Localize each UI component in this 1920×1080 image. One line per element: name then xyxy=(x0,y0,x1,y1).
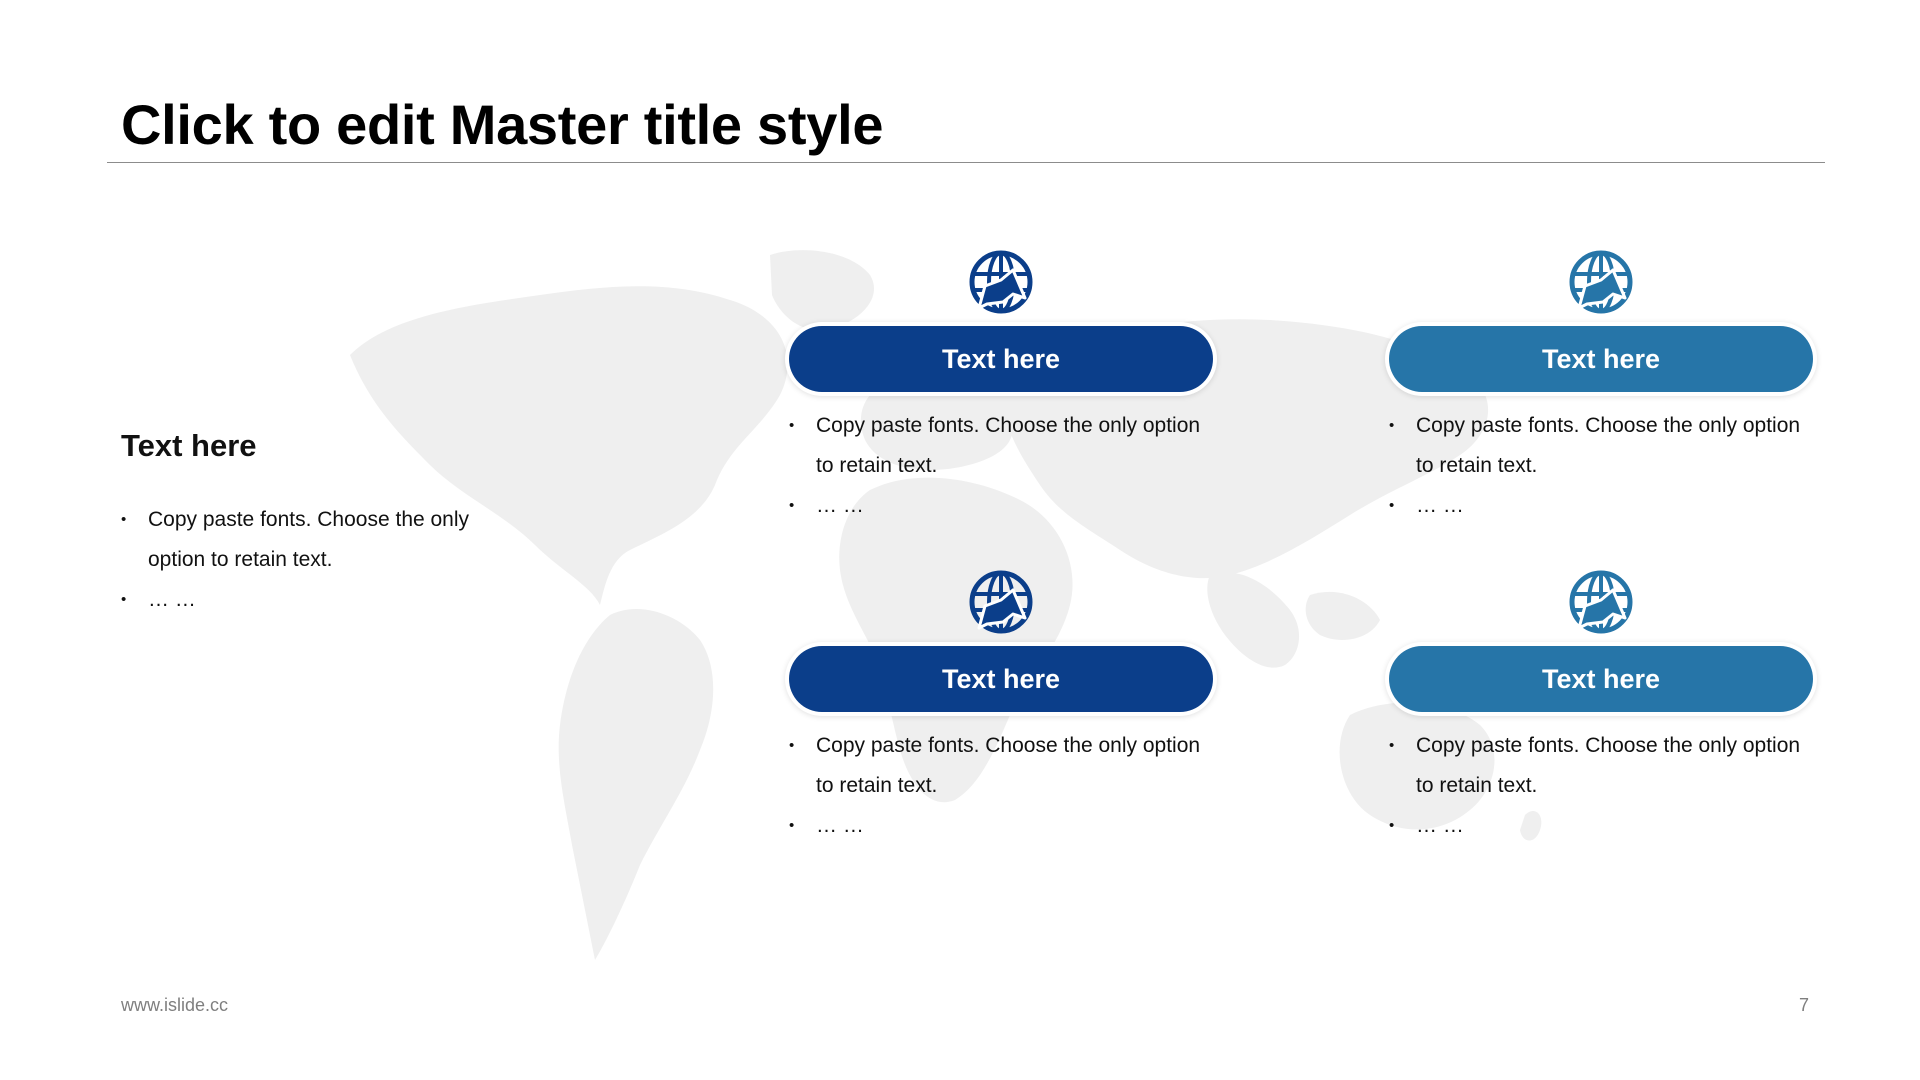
globe-arrow-icon xyxy=(969,250,1033,314)
globe-arrow-icon xyxy=(1569,250,1633,314)
card-1-label-pill[interactable]: Text here xyxy=(789,326,1213,392)
card-3-label-pill[interactable]: Text here xyxy=(789,646,1213,712)
card-2-bullet-list: Copy paste fonts. Choose the only option… xyxy=(1389,406,1813,526)
card-3-bullet-1[interactable]: Copy paste fonts. Choose the only option… xyxy=(789,726,1213,806)
card-4-bullet-2[interactable]: … … xyxy=(1389,806,1813,846)
slide-title[interactable]: Click to edit Master title style xyxy=(121,92,883,157)
card-3-bullet-list: Copy paste fonts. Choose the only option… xyxy=(789,726,1213,846)
left-heading[interactable]: Text here xyxy=(121,428,521,464)
globe-arrow-icon xyxy=(1569,570,1633,634)
card-1-bullet-list: Copy paste fonts. Choose the only option… xyxy=(789,406,1213,526)
footer-url: www.islide.cc xyxy=(121,995,229,1015)
left-text-panel: Text here Copy paste fonts. Choose the o… xyxy=(121,428,521,620)
left-bullet-1[interactable]: Copy paste fonts. Choose the only option… xyxy=(121,500,521,580)
left-bullet-list: Copy paste fonts. Choose the only option… xyxy=(121,500,521,620)
card-4-bullet-list: Copy paste fonts. Choose the only option… xyxy=(1389,726,1813,846)
card-1-bullet-2[interactable]: … … xyxy=(789,486,1213,526)
card-2-bullet-1[interactable]: Copy paste fonts. Choose the only option… xyxy=(1389,406,1813,486)
card-3-bullet-2[interactable]: … … xyxy=(789,806,1213,846)
globe-arrow-icon xyxy=(969,570,1033,634)
page-number: 7 xyxy=(1798,995,1809,1015)
card-2-label-pill[interactable]: Text here xyxy=(1389,326,1813,392)
left-bullet-2[interactable]: … … xyxy=(121,580,521,620)
card-4-label-pill[interactable]: Text here xyxy=(1389,646,1813,712)
card-1-bullet-1[interactable]: Copy paste fonts. Choose the only option… xyxy=(789,406,1213,486)
title-divider xyxy=(107,162,1825,163)
card-2-bullet-2[interactable]: … … xyxy=(1389,486,1813,526)
card-4-bullet-1[interactable]: Copy paste fonts. Choose the only option… xyxy=(1389,726,1813,806)
